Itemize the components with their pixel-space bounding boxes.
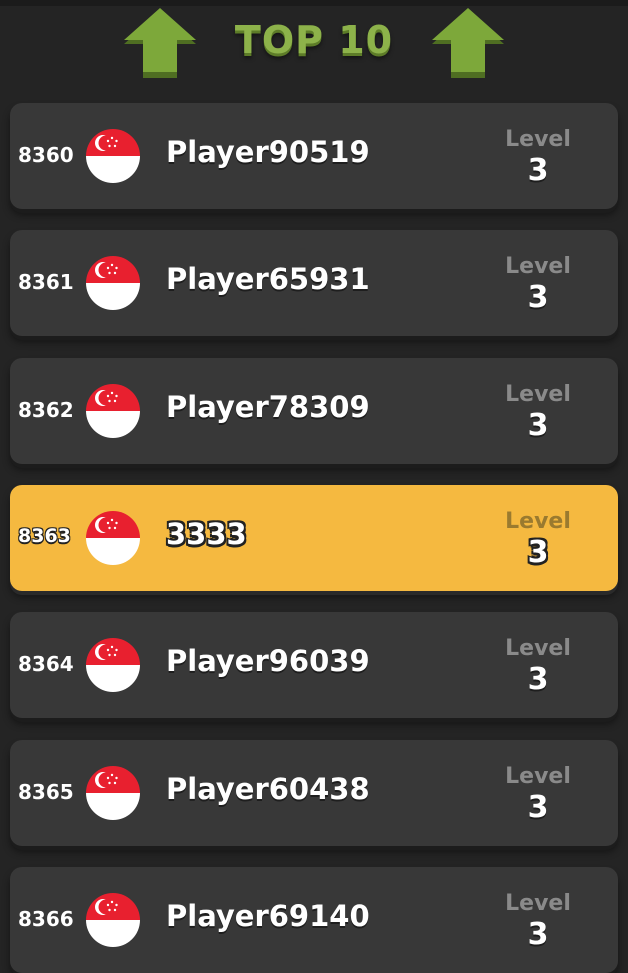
leaderboard-row[interactable]: 8365 Player60438 Level 3 [10,740,618,846]
leaderboard-row[interactable]: 8360 Player90519 Level 3 [10,103,618,209]
level-label: Level [505,509,571,534]
level-value: 3 [527,917,549,952]
rank-number: 8364 [18,652,74,676]
leaderboard-row[interactable]: 8366 Player69140 Level 3 [10,867,618,973]
top-10-title[interactable]: TOP 10 [200,18,428,62]
singapore-flag-icon [86,511,140,565]
player-name: 3333 [166,517,247,551]
singapore-flag-icon [86,638,140,692]
scroll-up-arrow-icon[interactable] [430,8,506,80]
leaderboard-row[interactable]: 8361 Player65931 Level 3 [10,230,618,336]
level-label: Level [505,636,571,661]
singapore-flag-icon [86,129,140,183]
level-value: 3 [527,153,549,188]
rank-number: 8361 [18,270,74,294]
level-value: 3 [527,790,549,825]
level-label: Level [505,891,571,916]
player-name: Player96039 [166,644,370,678]
level-label: Level [505,127,571,152]
level-label: Level [505,254,571,279]
singapore-flag-icon [86,893,140,947]
singapore-flag-icon [86,766,140,820]
rank-number: 8366 [18,907,74,931]
player-name: Player60438 [166,772,370,806]
rank-number: 8362 [18,398,74,422]
level-value: 3 [527,408,549,443]
leaderboard-row[interactable]: 8362 Player78309 Level 3 [10,358,618,464]
leaderboard-list: 8360 Player90519 Level 3 8361 Player6593… [0,0,628,973]
rank-number: 8363 [18,525,71,547]
leaderboard-row-current-player[interactable]: 8363 3333 Level 3 [10,485,618,591]
player-name: Player90519 [166,135,370,169]
level-label: Level [505,764,571,789]
level-value: 3 [527,535,549,570]
singapore-flag-icon [86,256,140,310]
leaderboard-row[interactable]: 8364 Player96039 Level 3 [10,612,618,718]
scroll-up-arrow-icon[interactable] [122,8,198,80]
rank-number: 8360 [18,143,74,167]
player-name: Player65931 [166,262,370,296]
level-value: 3 [527,662,549,697]
player-name: Player69140 [166,899,370,933]
level-label: Level [505,382,571,407]
level-value: 3 [527,280,549,315]
top-bar: TOP 10 [0,0,628,96]
singapore-flag-icon [86,384,140,438]
player-name: Player78309 [166,390,370,424]
rank-number: 8365 [18,780,74,804]
